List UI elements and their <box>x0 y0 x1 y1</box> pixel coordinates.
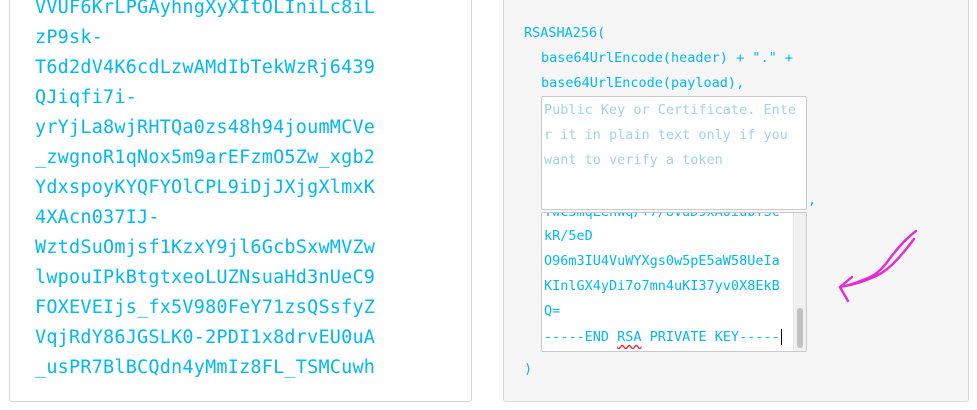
scrollbar-thumb[interactable] <box>797 308 803 348</box>
token-line: yrYjLa8wjRHTQa0zs48h94joumMCVe <box>35 117 376 138</box>
token-line: _zwgnoR1qNox5m9arEFzmO5Zw_xgb2 <box>35 147 376 168</box>
token-line: lwpouIPkBtgtxeoLUZNsuaHd3nUeC9 <box>35 267 376 288</box>
token-line: YdxspoyKYQFYOlCPL9iDjJXjgXlmxK <box>35 177 376 198</box>
private-key-line: YwC3mqLehWq/+7/8VdD9xA0iubTSc <box>544 212 780 220</box>
token-line: T6d2dV4K6cdLzwAMdIbTekWzRj6439 <box>35 57 376 78</box>
public-key-textarea[interactable]: Public Key or Certificate. Ente r it in … <box>541 96 807 210</box>
private-key-line: kR/5eD <box>544 228 593 244</box>
header-encode-expression: base64UrlEncode(header) + "." + <box>541 50 793 66</box>
spellcheck-word: RSA <box>617 329 642 345</box>
token-line: QJiqfi7i- <box>35 87 138 108</box>
text-cursor <box>780 329 782 345</box>
annotation-arrow-icon <box>838 229 918 303</box>
private-key-line: Q= <box>544 303 561 319</box>
end-marker-prefix: -----END <box>544 329 618 345</box>
public-key-placeholder: Public Key or Certificate. Ente <box>544 102 796 118</box>
end-marker-suffix: PRIVATE KEY----- <box>641 329 780 345</box>
token-line: VqjRdY86JGSLK0-2PDI1x8drvEU0uA <box>35 327 376 348</box>
token-line: 4XAcn037IJ- <box>35 207 160 228</box>
argument-comma: , <box>808 192 817 208</box>
algorithm-name: RSASHA256( <box>524 25 606 41</box>
verify-signature-panel: RSASHA256( base64UrlEncode(header) + "."… <box>503 0 969 402</box>
private-key-scrollbar[interactable] <box>793 213 806 351</box>
encoded-token-panel[interactable]: VVUF6KrLPGAyhngXyXItOLIniLc8iL zP9sk- T6… <box>9 0 472 402</box>
private-key-textarea[interactable]: YwC3mqLehWq/+7/8VdD9xA0iubTSc kR/5eD O96… <box>541 212 807 352</box>
token-line: FOXEVEIjs_fx5V980FeY71zsQSsfyZ <box>35 297 376 318</box>
payload-encode-expression: base64UrlEncode(payload), <box>541 75 745 91</box>
token-line: zP9sk- <box>35 27 104 48</box>
private-key-line: KInlGX4yDi7o7mn4uKI37yv0X8EkB <box>544 278 780 294</box>
private-key-end-line: -----END RSA PRIVATE KEY----- <box>544 327 782 347</box>
token-line: VVUF6KrLPGAyhngXyXItOLIniLc8iL <box>35 0 376 18</box>
public-key-placeholder: r it in plain text only if you <box>544 127 788 143</box>
token-line: _usPR7BlBCQdn4yMmIz8FL_TSMCuwh <box>35 357 376 378</box>
token-line: WztdSuOmjsf1KzxY9jl6GcbSxwMVZw <box>35 237 376 258</box>
closing-paren: ) <box>524 361 533 377</box>
private-key-line: O96m3IU4VuWYXgs0w5pE5aW58UeIa <box>544 253 780 269</box>
public-key-placeholder: want to verify a token <box>544 152 723 168</box>
